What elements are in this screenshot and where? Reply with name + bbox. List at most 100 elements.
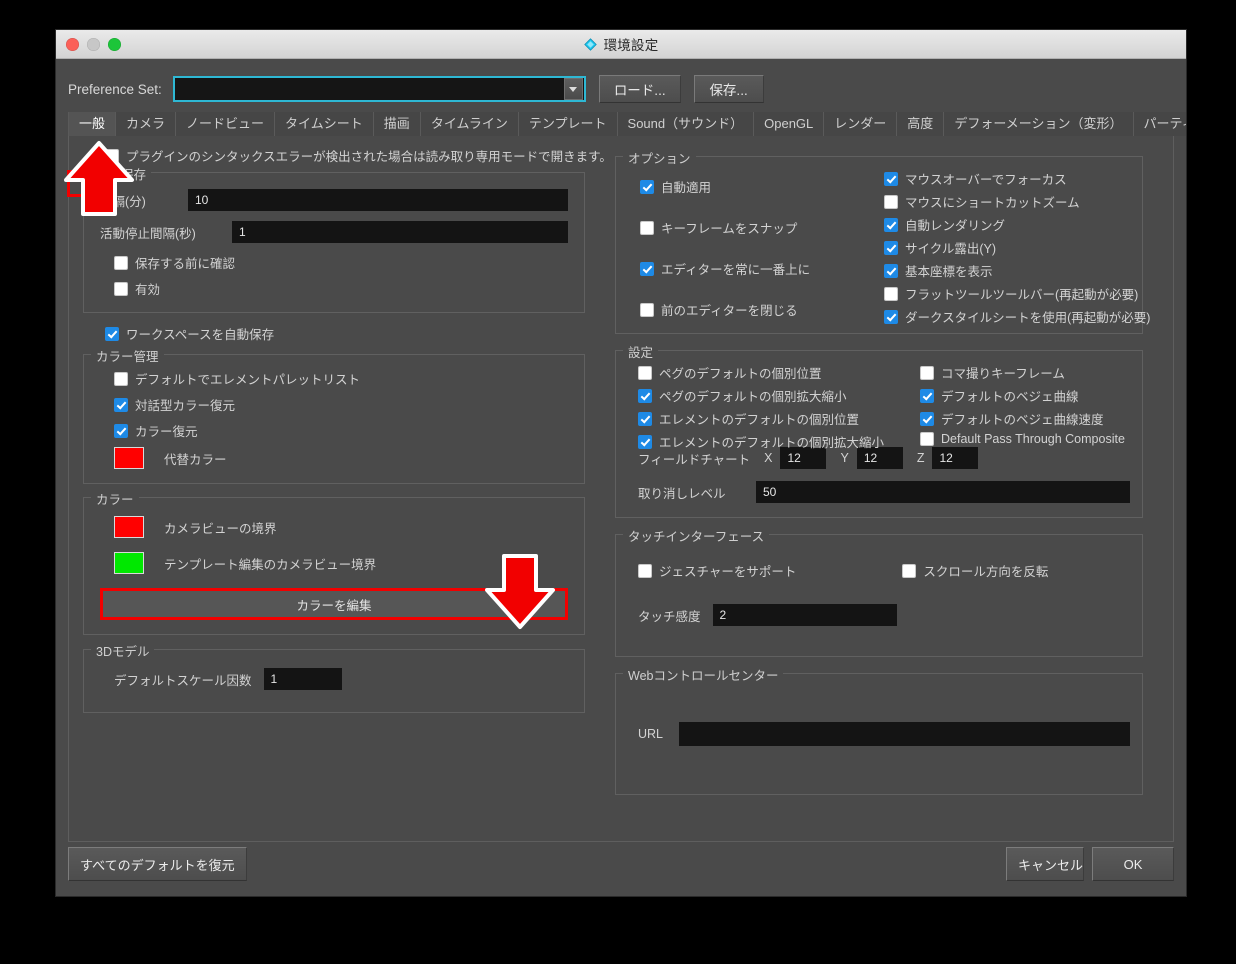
url-label: URL xyxy=(638,727,664,741)
setting-left-row-2: エレメントのデフォルトの個別位置 xyxy=(638,409,884,428)
touch-sensitivity-label: タッチ感度 xyxy=(638,609,701,624)
workspace-autosave-checkbox[interactable] xyxy=(105,326,119,341)
option-right-checkbox-2[interactable] xyxy=(884,217,898,232)
option-right-label-1: マウスにショートカットズーム xyxy=(905,196,1080,210)
option-left-label-0: 自動適用 xyxy=(661,181,712,195)
template-camera-border-swatch[interactable] xyxy=(114,552,144,574)
option-right-checkbox-6[interactable] xyxy=(884,309,898,324)
tab-OpenGL[interactable]: OpenGL xyxy=(754,112,825,136)
palette-list-checkbox[interactable] xyxy=(114,371,128,386)
setting-right-checkbox-2[interactable] xyxy=(920,411,934,426)
edit-colors-button[interactable]: カラーを編集 xyxy=(103,591,565,617)
autosave-confirm-checkbox[interactable] xyxy=(114,255,128,270)
option-right-row-0: マウスオーバーでフォーカス xyxy=(884,169,1150,188)
preference-set-row: Preference Set: ロード... 保存... xyxy=(68,75,1174,103)
color-recovery-row: カラー復元 xyxy=(114,421,568,440)
save-button[interactable]: 保存... xyxy=(693,75,764,103)
color-recovery-checkbox[interactable] xyxy=(114,423,128,438)
option-right-label-2: 自動レンダリング xyxy=(905,219,1006,233)
preference-set-combobox[interactable] xyxy=(172,76,586,102)
option-right-label-3: サイクル露出(Y) xyxy=(905,242,997,256)
tab-パーティクル[interactable]: パーティクル xyxy=(1133,112,1186,136)
interactive-color-recovery-checkbox[interactable] xyxy=(114,397,128,412)
ok-button[interactable]: OK xyxy=(1092,847,1174,881)
setting-left-checkbox-2[interactable] xyxy=(638,411,652,426)
color-management-group: カラー管理 デフォルトでエレメントパレットリスト 対話型カラー復元 カラー復元 … xyxy=(83,346,585,484)
autosave-enabled-checkbox[interactable] xyxy=(114,281,128,296)
restore-defaults-button[interactable]: すべてのデフォルトを復元 xyxy=(68,847,247,881)
tab-描画[interactable]: 描画 xyxy=(373,112,421,136)
tab-タイムライン[interactable]: タイムライン xyxy=(420,112,519,136)
option-left-checkbox-0[interactable] xyxy=(640,179,654,194)
undo-level-label: 取り消しレベル xyxy=(638,486,726,501)
model3d-group-title: 3Dモデル xyxy=(91,641,155,660)
gesture-support-checkbox[interactable] xyxy=(638,563,652,578)
setting-left-label-3: エレメントのデフォルトの個別拡大縮小 xyxy=(659,436,885,450)
option-right-checkbox-0[interactable] xyxy=(884,171,898,186)
option-right-checkbox-5[interactable] xyxy=(884,286,898,301)
settings-group-title: 設定 xyxy=(623,342,659,361)
setting-right-label-3: Default Pass Through Composite xyxy=(941,432,1125,446)
setting-left-checkbox-3[interactable] xyxy=(638,434,652,449)
setting-right-row-1: デフォルトのベジェ曲線 xyxy=(920,386,1125,405)
preference-set-input[interactable] xyxy=(174,77,564,101)
option-left-row-2: エディターを常に一番上に xyxy=(640,259,810,278)
option-right-checkbox-1[interactable] xyxy=(884,194,898,209)
template-camera-border-label: テンプレート編集のカメラビュー境界 xyxy=(164,557,377,572)
setting-right-checkbox-3[interactable] xyxy=(920,432,934,446)
settings-group: 設定 ペグのデフォルトの個別位置ペグのデフォルトの個別拡大縮小エレメントのデフォ… xyxy=(615,342,1143,518)
setting-left-checkbox-1[interactable] xyxy=(638,388,652,403)
setting-right-checkbox-0[interactable] xyxy=(920,365,934,380)
tab-テンプレート[interactable]: テンプレート xyxy=(518,112,618,136)
setting-left-label-0: ペグのデフォルトの個別位置 xyxy=(659,367,822,381)
touch-sensitivity-input[interactable] xyxy=(712,604,897,626)
window-title: 環境設定 xyxy=(603,38,659,53)
option-left-checkbox-1[interactable] xyxy=(640,220,654,235)
setting-right-label-0: コマ撮りキーフレーム xyxy=(941,367,1065,381)
option-left-checkbox-3[interactable] xyxy=(640,302,654,317)
options-group: オプション 自動適用 キーフレームをスナップ エディターを常に一番上に 前のエディター… xyxy=(615,148,1150,334)
color-group-title: カラー xyxy=(91,489,139,508)
invert-scroll-checkbox[interactable] xyxy=(902,563,917,578)
model3d-group: 3Dモデル デフォルトスケール因数 xyxy=(83,641,585,713)
template-camera-border-row: テンプレート編集のカメラビュー境界 xyxy=(114,552,568,574)
default-scale-input[interactable] xyxy=(263,668,342,690)
plugin-syntax-checkbox[interactable] xyxy=(105,148,119,163)
tab-ノードビュー[interactable]: ノードビュー xyxy=(176,112,276,136)
setting-right-row-2: デフォルトのベジェ曲線速度 xyxy=(920,409,1125,428)
interactive-color-recovery-row: 対話型カラー復元 xyxy=(114,395,568,414)
tab-高度[interactable]: 高度 xyxy=(897,112,945,136)
camera-view-border-swatch[interactable] xyxy=(114,516,144,538)
touch-sensitivity-row: タッチ感度 xyxy=(638,604,1130,626)
tab-タイムシート[interactable]: タイムシート xyxy=(275,112,374,136)
setting-right-checkbox-1[interactable] xyxy=(920,388,934,403)
fieldchart-z-label: Z xyxy=(916,451,925,465)
setting-left-checkbox-0[interactable] xyxy=(638,365,652,380)
autosave-interval-input[interactable] xyxy=(188,189,568,211)
workspace-autosave-row: ワークスペースを自動保存 xyxy=(105,324,585,343)
undo-level-input[interactable] xyxy=(756,481,1130,503)
autosave-inactivity-input[interactable] xyxy=(232,221,568,243)
tab-Sound（サウンド）[interactable]: Sound（サウンド） xyxy=(617,112,755,136)
url-input[interactable] xyxy=(679,722,1130,746)
setting-left-label-1: ペグのデフォルトの個別拡大縮小 xyxy=(659,390,847,404)
option-right-checkbox-4[interactable] xyxy=(884,263,898,278)
option-right-label-4: 基本座標を表示 xyxy=(905,265,993,279)
preferences-panel: プラグインのシンタックスエラーが検出された場合は読み取り専用モードで開きます。 … xyxy=(68,136,1174,842)
fieldchart-z-input[interactable] xyxy=(932,447,979,469)
load-button[interactable]: ロード... xyxy=(598,75,681,103)
annotation-highlight-edit-colors: カラーを編集 xyxy=(100,588,568,620)
tab-カメラ[interactable]: カメラ xyxy=(116,112,177,136)
settings-right-list: コマ撮りキーフレームデフォルトのベジェ曲線 デフォルトのベジェ曲線速度 Defaul… xyxy=(920,363,1125,450)
chevron-down-icon[interactable] xyxy=(563,78,583,100)
tab-レンダー[interactable]: レンダー xyxy=(824,112,898,136)
option-left-row-0: 自動適用 xyxy=(640,177,810,196)
option-right-row-4: 基本座標を表示 xyxy=(884,261,1150,280)
tab-デフォーメーション（変形）[interactable]: デフォーメーション（変形） xyxy=(944,112,1134,136)
substitute-color-swatch[interactable] xyxy=(114,447,144,469)
option-left-checkbox-2[interactable] xyxy=(640,261,654,276)
tab-一般[interactable]: 一般 xyxy=(68,112,117,136)
cancel-button[interactable]: キャンセル xyxy=(1006,847,1084,881)
option-right-checkbox-3[interactable] xyxy=(884,240,898,255)
color-recovery-label: カラー復元 xyxy=(135,425,198,439)
